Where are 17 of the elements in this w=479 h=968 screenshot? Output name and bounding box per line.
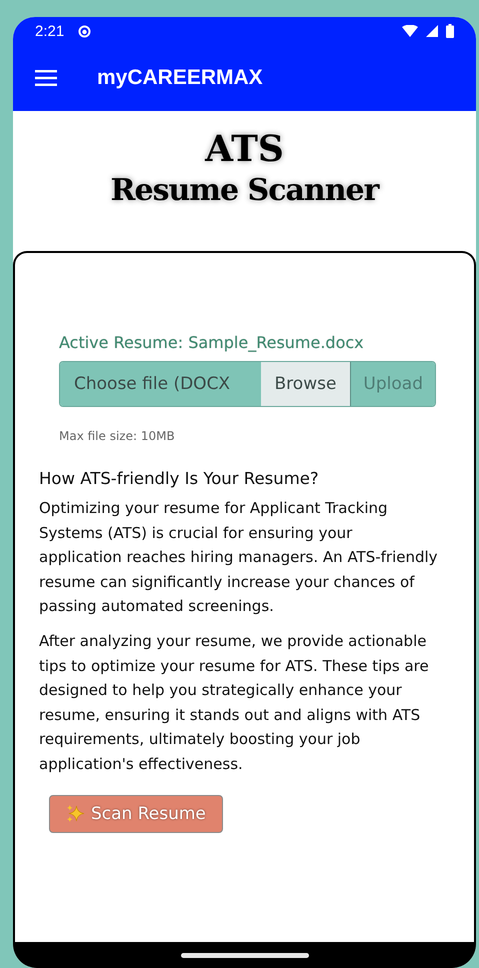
paragraph: After analyzing your resume, we provide actionable tips to optimize your resume for ATS. These tips are designed to help you strategically enhance your resume, ensuring it stands out and aligns with ATS requirements, ultimately boosting your job application's effectiveness. [39,630,430,775]
sparkles-icon [66,804,85,824]
signal-icon [426,25,438,37]
file-size-note: Max file size: 10MB [59,429,175,443]
menu-icon[interactable] [35,70,57,86]
paragraph: Optimizing your resume for Applicant Tracking Systems (ATS) is crucial for ensuring your application reaches hiring managers. An ATS-friendly resume can significantly increase your chances of passing automated screenings. [39,498,439,618]
status-time: 2:21 [35,22,64,40]
page-subtitle: Resume Scanner [110,172,378,210]
scan-resume-button[interactable]: Scan Resume [49,794,223,833]
app-title: myCAREERMAX [97,66,263,90]
home-indicator[interactable] [180,952,308,958]
notification-icon [78,24,92,38]
active-resume-label: Active Resume: Sample_Resume.docx [59,333,364,352]
page-title: ATS [205,127,284,171]
battery-icon [446,24,454,38]
wifi-icon [402,25,418,37]
section-heading: How ATS-friendly Is Your Resume? [39,469,319,488]
